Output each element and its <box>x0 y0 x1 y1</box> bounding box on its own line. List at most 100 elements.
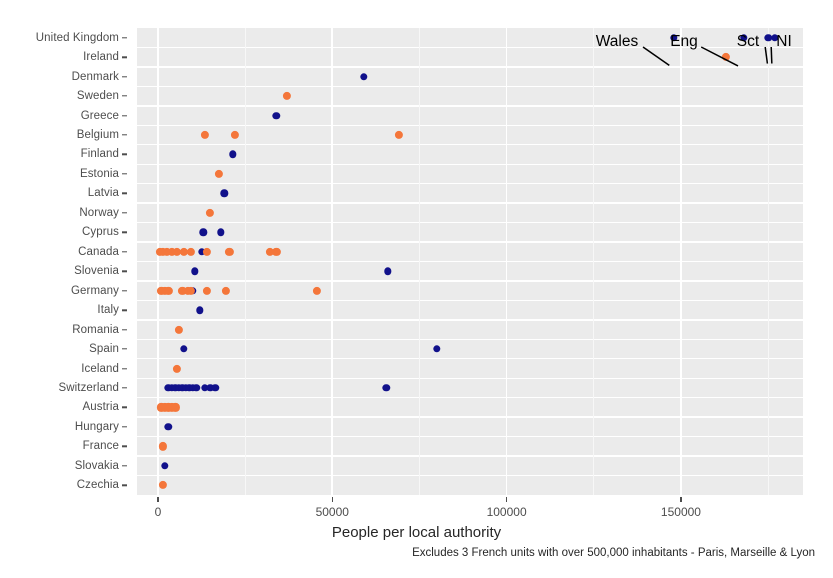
y-axis-tick-label: Spain <box>89 343 119 356</box>
data-point <box>384 267 392 275</box>
data-point <box>190 267 199 275</box>
y-axis-tick-label: Iceland <box>81 362 119 375</box>
y-axis-tick-mark <box>122 153 127 156</box>
data-point <box>216 228 225 237</box>
vertical-gridline-major <box>157 28 159 495</box>
data-point <box>312 286 321 295</box>
data-point <box>161 462 169 470</box>
data-point <box>199 228 207 237</box>
y-axis-tick-label: Austria <box>82 401 119 414</box>
y-axis-tick-mark <box>122 134 127 136</box>
horizontal-gridline <box>137 416 803 418</box>
y-axis-tick-mark <box>122 465 127 467</box>
vertical-gridline-minor <box>244 28 246 495</box>
horizontal-gridline <box>137 202 803 204</box>
y-axis-tick-mark <box>122 406 127 409</box>
y-axis-tick-mark <box>122 37 127 39</box>
horizontal-gridline <box>137 85 803 88</box>
y-axis-tick-mark <box>122 445 127 448</box>
y-axis-tick-mark <box>122 289 127 292</box>
horizontal-gridline <box>137 163 803 165</box>
horizontal-gridline <box>137 260 803 263</box>
y-axis-tick-mark <box>122 212 127 214</box>
data-point <box>206 208 215 217</box>
horizontal-gridline <box>137 144 803 146</box>
y-axis-tick-label: Slovenia <box>74 265 119 278</box>
data-point <box>174 325 183 334</box>
data-point <box>382 384 391 392</box>
y-axis-tick-mark <box>122 367 127 370</box>
x-axis-tick-mark <box>157 497 159 502</box>
y-axis-tick-mark <box>122 270 127 272</box>
y-axis-tick-label: Estonia <box>79 167 119 180</box>
y-axis-tick-label: Romania <box>72 323 119 336</box>
horizontal-gridline <box>137 358 803 360</box>
y-axis-tick-label: Germany <box>71 284 119 297</box>
y-axis-tick-mark <box>122 75 127 78</box>
y-axis-tick-label: Ireland <box>83 51 119 64</box>
data-point <box>202 286 211 295</box>
y-axis-tick-label: Cyprus <box>81 226 119 239</box>
x-axis-tick-label: 0 <box>154 505 162 519</box>
y-axis-tick-label: Hungary <box>74 420 119 433</box>
data-point <box>433 345 441 353</box>
plot-panel <box>137 28 803 495</box>
y-axis-tick-label: Switzerland <box>58 381 119 394</box>
y-axis-tick-mark <box>122 251 127 253</box>
y-axis-tick-mark <box>122 387 127 389</box>
x-axis-tick-mark <box>505 497 508 502</box>
x-axis-tick-label: 100000 <box>486 505 527 519</box>
chart-caption: Excludes 3 French units with over 500,00… <box>412 547 815 559</box>
horizontal-gridline <box>137 455 803 457</box>
data-point <box>221 286 230 295</box>
data-point <box>192 384 200 392</box>
horizontal-gridline <box>137 241 803 243</box>
horizontal-gridline <box>137 124 803 126</box>
y-axis-tick-label: Latvia <box>87 187 119 200</box>
y-axis-tick-label: Greece <box>80 109 119 122</box>
y-axis-tick-label: Slovakia <box>74 459 119 472</box>
horizontal-gridline <box>137 319 803 321</box>
vertical-gridline-minor <box>767 28 769 495</box>
y-axis-tick-mark <box>122 56 127 58</box>
x-axis-tick-label: 150000 <box>660 505 701 519</box>
annotation-label-eng: Eng <box>670 33 698 50</box>
data-point <box>211 384 220 392</box>
horizontal-gridline <box>137 299 803 302</box>
y-axis-tick-label: Sweden <box>76 90 119 103</box>
y-axis-tick-mark <box>122 309 127 311</box>
horizontal-gridline <box>137 397 803 399</box>
data-point <box>186 247 196 256</box>
horizontal-gridline <box>137 338 803 341</box>
horizontal-gridline <box>137 474 803 477</box>
vertical-gridline-major <box>331 28 334 495</box>
y-axis-tick-mark <box>122 348 127 350</box>
y-axis-tick-mark <box>122 484 127 486</box>
vertical-gridline-minor <box>593 28 595 495</box>
horizontal-gridline <box>137 435 803 438</box>
data-point <box>272 111 281 120</box>
data-point <box>159 481 168 490</box>
data-point <box>229 150 237 159</box>
horizontal-gridline <box>137 46 803 49</box>
y-axis-tick-mark <box>122 426 127 428</box>
x-axis-tick-mark <box>680 497 682 502</box>
horizontal-gridline <box>137 66 803 68</box>
data-point <box>282 92 292 101</box>
data-point <box>722 53 731 62</box>
data-point <box>230 130 239 140</box>
data-point <box>394 130 403 140</box>
vertical-gridline-major <box>505 28 508 495</box>
x-axis-tick-mark <box>331 497 333 502</box>
data-point <box>196 306 204 314</box>
data-point <box>164 423 173 431</box>
y-axis-tick-label: Czechia <box>76 479 119 492</box>
data-point <box>171 403 180 412</box>
y-axis-tick-mark <box>122 114 127 117</box>
x-axis-tick-label: 50000 <box>315 505 349 519</box>
y-axis-tick-label: United Kingdom <box>35 31 119 44</box>
y-axis-tick-label: Finland <box>80 148 119 161</box>
data-point <box>173 364 182 373</box>
data-point <box>272 247 281 256</box>
data-point <box>225 247 234 256</box>
